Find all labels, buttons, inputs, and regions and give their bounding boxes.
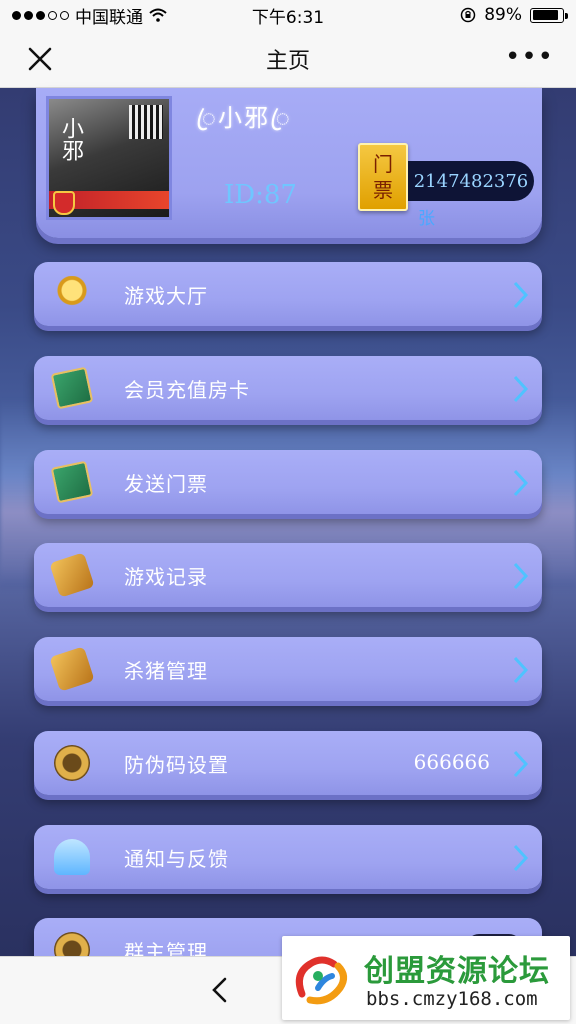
rotation-lock-icon: [460, 7, 476, 23]
signal-strength-icon: [12, 10, 69, 20]
ticket-icon-label-bottom: 票: [373, 178, 393, 202]
anti-counterfeit-code-value: 666666: [413, 750, 490, 774]
ticket-unit: 张: [418, 209, 435, 229]
avatar-title: 小邪: [58, 117, 83, 161]
status-right: 89%: [460, 5, 568, 25]
forum-watermark: 创盟资源论坛 bbs.cmzy168.com: [282, 936, 570, 1020]
status-bar: 中国联通 下午6:31 89%: [0, 0, 576, 30]
watermark-url: bbs.cmzy168.com: [366, 988, 538, 1010]
nickname: ꦿ小邪ꦿ: [196, 104, 292, 132]
menu-item-label: 发送门票: [124, 472, 208, 496]
page-title: 主页: [265, 48, 310, 74]
carrier-label: 中国联通: [75, 7, 143, 28]
trophy-icon: [54, 276, 90, 312]
menu-item-label: 杀猪管理: [124, 659, 208, 683]
chevron-right-icon: [513, 562, 529, 590]
battery-level: [532, 10, 559, 20]
scroll-icon: [49, 646, 95, 692]
menu-item-label: 通知与反馈: [124, 847, 229, 871]
menu-item-recharge-room-card[interactable]: 会员充值房卡: [34, 356, 542, 420]
avatar-badge-icon: [53, 191, 75, 215]
chevron-right-icon: [513, 281, 529, 309]
menu-item-notice-feedback[interactable]: 通知与反馈: [34, 825, 542, 889]
menu-item-anti-counterfeit-code[interactable]: 防伪码设置 666666: [34, 731, 542, 795]
battery-percent: 89%: [484, 5, 522, 25]
wifi-icon: [149, 8, 167, 22]
status-left: 中国联通: [12, 3, 167, 28]
chevron-right-icon: [513, 656, 529, 684]
user-id: ID:87: [224, 180, 297, 210]
profile-card: 小邪 ꦿ小邪ꦿ ID:87 门 票 2147482376 张: [36, 88, 542, 238]
back-arrow-icon[interactable]: [206, 975, 234, 1005]
chevron-right-icon: [513, 469, 529, 497]
nav-bar: 主页 •••: [0, 30, 576, 88]
close-icon[interactable]: [24, 43, 56, 75]
menu-item-label: 会员充值房卡: [124, 378, 250, 402]
forum-logo-icon: [295, 956, 347, 1005]
ticket-icon: 门 票: [358, 143, 408, 211]
menu-item-game-records[interactable]: 游戏记录: [34, 543, 542, 607]
ticket-count: 2147482376: [408, 161, 534, 201]
chevron-right-icon: [513, 375, 529, 403]
avatar-qr-code: [129, 105, 163, 139]
menu-item-game-hall[interactable]: 游戏大厅: [34, 262, 542, 326]
bell-icon: [54, 839, 90, 875]
green-book-icon: [50, 460, 94, 504]
battery-icon: [530, 7, 568, 23]
ticket-icon-label-top: 门: [373, 152, 393, 176]
menu-item-label: 防伪码设置: [124, 753, 229, 777]
chevron-right-icon: [513, 844, 529, 872]
avatar[interactable]: 小邪: [46, 96, 172, 220]
menu-item-pig-management[interactable]: 杀猪管理: [34, 637, 542, 701]
medal-icon: [54, 745, 90, 781]
green-book-icon: [50, 366, 94, 410]
chevron-right-icon: [513, 750, 529, 778]
watermark-title: 创盟资源论坛: [364, 954, 550, 989]
scroll-icon: [49, 552, 95, 598]
menu-item-label: 游戏记录: [124, 565, 208, 589]
more-options-icon[interactable]: •••: [505, 44, 554, 70]
menu-item-label: 游戏大厅: [124, 284, 208, 308]
menu-item-send-ticket[interactable]: 发送门票: [34, 450, 542, 514]
